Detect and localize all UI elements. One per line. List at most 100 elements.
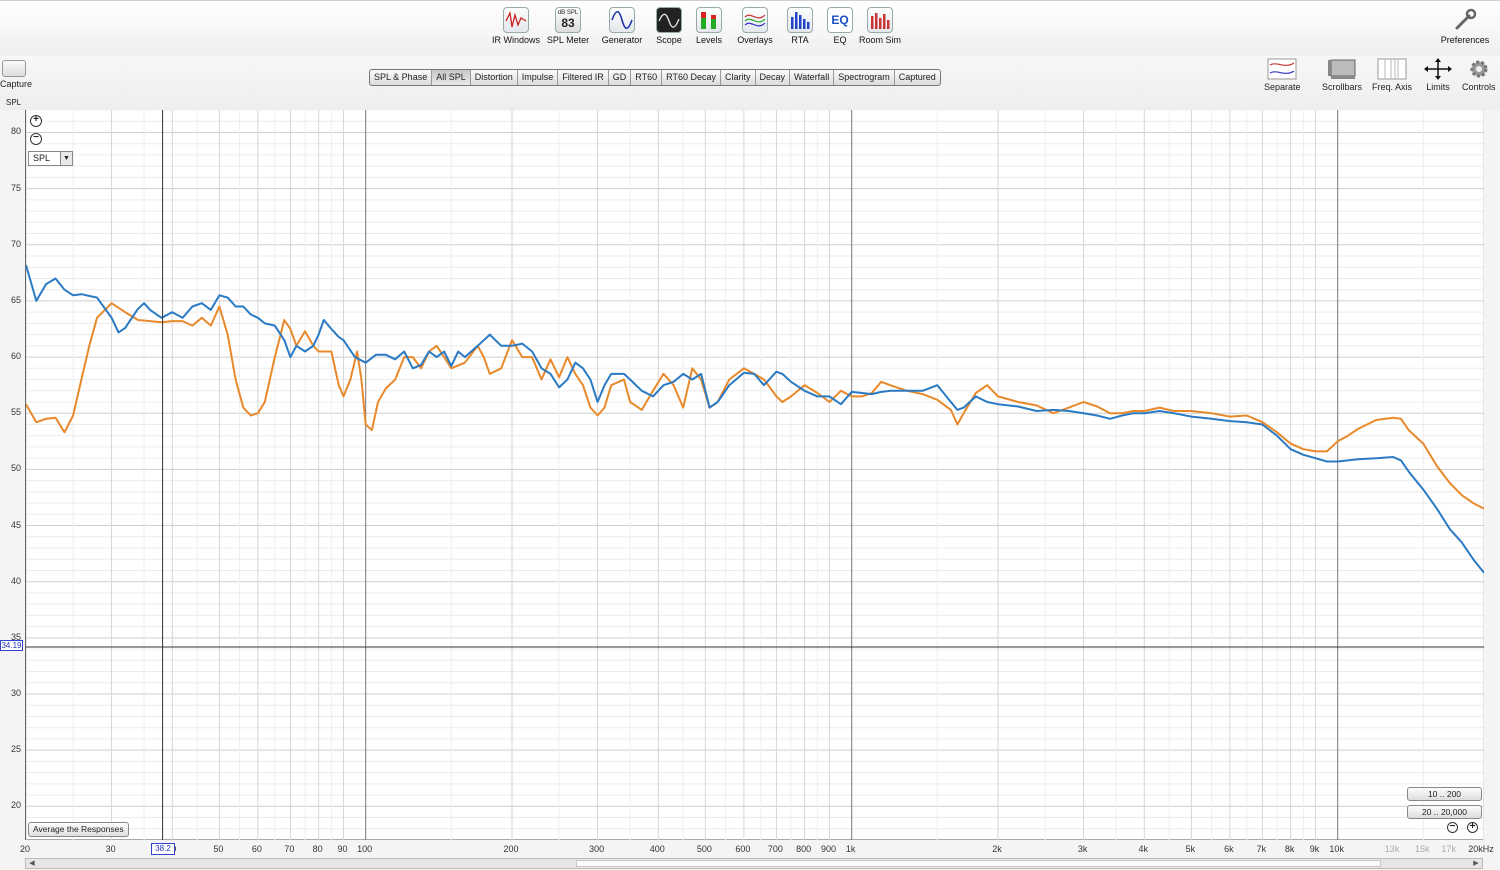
rew-window: IR Windows dB SPL 83 SPL Meter Generator… <box>0 0 1500 870</box>
levels-icon <box>696 7 722 33</box>
view-bar: SPL & Phase All SPL Distortion Impulse Filte… <box>0 56 1500 110</box>
x-tick-label: 900 <box>820 844 836 854</box>
range-10-200-button[interactable]: 10 .. 200 <box>1407 787 1482 801</box>
freq-axis-button[interactable]: Freq. Axis <box>1372 58 1412 92</box>
x-tick-label: 1k <box>845 844 856 854</box>
tab-rt60[interactable]: RT60 <box>631 70 663 85</box>
y-axis-unit: SPL <box>6 98 22 107</box>
scope-icon <box>656 7 682 33</box>
tab-rt60-decay[interactable]: RT60 Decay <box>662 70 721 85</box>
x-tick-label: 20kHz <box>1468 844 1494 854</box>
x-zoom-in-icon[interactable]: + <box>1467 822 1478 833</box>
x-tick-label: 80 <box>312 844 323 854</box>
x-tick-label: 10k <box>1329 844 1344 854</box>
preferences-button[interactable]: Preferences <box>1437 7 1493 45</box>
ir-windows-button[interactable]: IR Windows <box>488 7 544 45</box>
x-tick-label: 700 <box>767 844 783 854</box>
generator-icon <box>609 7 635 33</box>
x-tick-label: 500 <box>696 844 712 854</box>
x-tick-label: 4k <box>1138 844 1149 854</box>
x-tick-label: 90 <box>337 844 348 854</box>
tab-distortion[interactable]: Distortion <box>471 70 518 85</box>
x-tick-label: 200 <box>503 844 519 854</box>
controls-button[interactable]: Controls <box>1462 58 1496 92</box>
spl-meter-button[interactable]: dB SPL 83 SPL Meter <box>540 7 596 45</box>
spl-meter-icon: dB SPL 83 <box>555 7 581 33</box>
chevron-down-icon: ▼ <box>60 152 72 165</box>
series-line-1 <box>26 302 1484 510</box>
series-line-2 <box>26 264 1484 574</box>
y-tick-label: 50 <box>10 463 21 474</box>
horizontal-scrollbar[interactable]: ◀ ▶ <box>25 858 1483 869</box>
scrollbars-button[interactable]: Scrollbars <box>1322 58 1362 92</box>
y-tick-label: 80 <box>10 126 21 137</box>
y-zoom-in-icon[interactable]: + <box>30 115 42 127</box>
x-tick-label: 9k <box>1309 844 1320 854</box>
scroll-right-icon[interactable]: ▶ <box>1471 859 1481 868</box>
wrench-icon <box>1452 7 1478 33</box>
y-tick-label: 55 <box>10 407 21 418</box>
room-sim-icon <box>867 7 893 33</box>
separate-icon <box>1267 58 1297 80</box>
freq-axis-icon <box>1377 58 1407 80</box>
room-sim-button[interactable]: Room Sim <box>852 7 908 45</box>
x-tick-label: 20 <box>19 844 31 854</box>
scroll-left-icon[interactable]: ◀ <box>27 859 37 868</box>
y-tick-label: 75 <box>10 182 21 193</box>
y-tick-label: 25 <box>10 744 21 755</box>
eq-icon: EQ <box>827 7 853 33</box>
graph-type-select[interactable]: SPL ▼ <box>28 151 73 166</box>
x-tick-label: 3k <box>1077 844 1088 854</box>
spl-chart <box>26 110 1484 840</box>
x-tick-label: 17k <box>1441 844 1456 854</box>
tab-spl-phase[interactable]: SPL & Phase <box>370 70 433 85</box>
x-tick-label: 60 <box>251 844 262 854</box>
overlays-icon <box>742 7 768 33</box>
x-tick-label: 6k <box>1224 844 1234 854</box>
tab-clarity[interactable]: Clarity <box>721 70 756 85</box>
x-cursor-readout: 38.2 <box>151 843 175 855</box>
x-tick-label: 7k <box>1256 844 1267 854</box>
x-tick-label: 30 <box>105 844 116 854</box>
scrollbars-icon <box>1327 58 1357 80</box>
y-tick-label: 40 <box>10 575 21 586</box>
y-zoom-out-icon[interactable]: − <box>30 133 42 145</box>
y-tick-label: 70 <box>10 238 21 249</box>
limits-icon <box>1423 58 1453 80</box>
tab-filtered-ir[interactable]: Filtered IR <box>558 70 609 85</box>
average-responses-button[interactable]: Average the Responses <box>28 822 129 837</box>
tab-waterfall[interactable]: Waterfall <box>790 70 835 85</box>
x-tick-label: 70 <box>284 844 295 854</box>
limits-button[interactable]: Limits <box>1423 58 1453 92</box>
x-zoom-out-icon[interactable]: − <box>1447 822 1458 833</box>
tab-all-spl[interactable]: All SPL <box>432 70 471 85</box>
camera-icon <box>2 60 26 77</box>
y-tick-label: 65 <box>10 294 21 305</box>
separate-button[interactable]: Separate <box>1264 58 1301 92</box>
graph-tabs: SPL & Phase All SPL Distortion Impulse Filte… <box>369 69 941 86</box>
y-cursor-readout: 34.19 <box>0 640 23 651</box>
rta-icon <box>787 7 813 33</box>
tab-gd[interactable]: GD <box>609 70 632 85</box>
x-tick-label: 2k <box>992 844 1002 854</box>
range-20-20000-button[interactable]: 20 .. 20,000 <box>1407 805 1482 819</box>
capture-button[interactable]: Capture <box>0 60 32 89</box>
tab-spectrogram[interactable]: Spectrogram <box>834 70 895 85</box>
y-tick-label: 60 <box>10 351 21 362</box>
main-toolbar: IR Windows dB SPL 83 SPL Meter Generator… <box>0 0 1500 56</box>
y-tick-label: 45 <box>10 519 21 530</box>
gear-icon <box>1464 58 1494 80</box>
tab-impulse[interactable]: Impulse <box>518 70 559 85</box>
tab-captured[interactable]: Captured <box>895 70 940 85</box>
x-tick-label: 400 <box>649 844 665 854</box>
x-tick-label: 300 <box>589 844 605 854</box>
x-tick-label: 50 <box>213 844 224 854</box>
scrollbar-thumb[interactable] <box>576 860 1381 867</box>
spl-graph[interactable] <box>25 110 1484 840</box>
x-tick-label: 600 <box>735 844 751 854</box>
x-tick-label: 5k <box>1185 844 1196 854</box>
tab-decay[interactable]: Decay <box>756 70 791 85</box>
x-tick-label: 13k <box>1384 844 1400 854</box>
x-tick-label: 100 <box>357 844 373 854</box>
ir-windows-icon <box>503 7 529 33</box>
